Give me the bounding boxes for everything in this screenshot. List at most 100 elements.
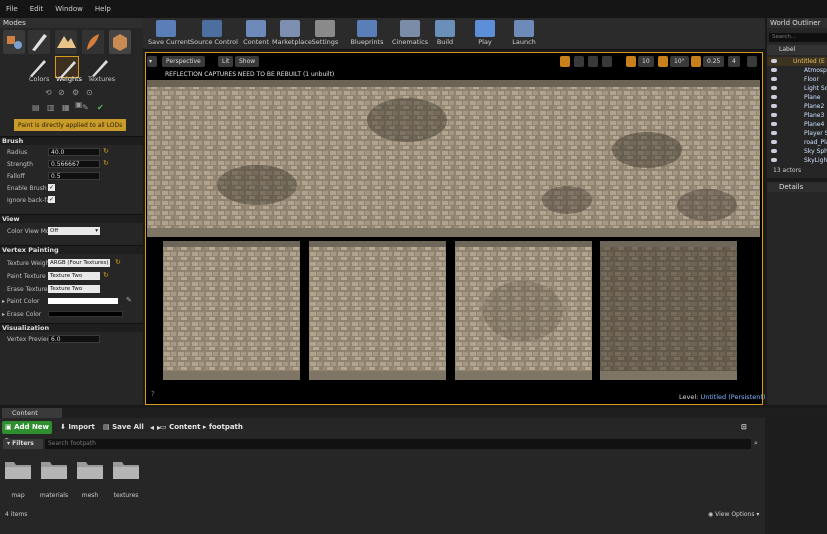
visibility-eye-icon[interactable]	[771, 95, 777, 99]
subtab-weights[interactable]: Weights	[56, 75, 82, 83]
outliner-label-column[interactable]: Label	[767, 45, 827, 55]
toolbar-settings-button[interactable]: Settings	[311, 20, 339, 49]
strength-field[interactable]: 0.566667	[48, 160, 100, 168]
visibility-eye-icon[interactable]	[771, 158, 777, 162]
outliner-row[interactable]: Plane2	[767, 102, 827, 111]
foliage-mode-icon[interactable]	[82, 30, 104, 54]
help-icon[interactable]: ?	[151, 390, 155, 398]
world-icon[interactable]	[602, 56, 612, 67]
grid-snap-value[interactable]: 10	[638, 56, 654, 67]
outliner-row[interactable]: road_Pla	[767, 138, 827, 147]
copy-paste-icon[interactable]: ▥	[47, 104, 55, 112]
transform-icon[interactable]	[560, 56, 570, 67]
world-outliner-tab[interactable]: World Outliner	[767, 18, 827, 28]
toolbar-marketplace-button[interactable]: Marketplace	[272, 20, 312, 49]
toolbar-content-button[interactable]: Content	[243, 20, 269, 49]
menu-window[interactable]: Window	[55, 5, 83, 13]
visibility-eye-icon[interactable]	[771, 149, 777, 153]
outliner-row[interactable]: Floor	[767, 75, 827, 84]
folder-icon[interactable]	[112, 458, 140, 480]
lock-icon[interactable]: ⊡	[741, 421, 747, 434]
perspective-button[interactable]: Perspective	[162, 56, 205, 67]
toolbar-save-current-button[interactable]: Save Current	[148, 20, 190, 49]
grid-snap-icon[interactable]	[626, 56, 636, 67]
scale-snap-icon[interactable]	[691, 56, 701, 67]
geometry-mode-icon[interactable]	[109, 30, 131, 54]
landscape-mode-icon[interactable]	[55, 30, 77, 54]
camera-speed-button[interactable]: 4	[728, 56, 740, 67]
copy-icon[interactable]: ⟲	[45, 89, 53, 97]
vertex-preview-field[interactable]: 6.0	[48, 335, 100, 343]
outliner-search-input[interactable]: Search...	[769, 33, 827, 42]
place-mode-icon[interactable]	[3, 30, 25, 54]
folder-label[interactable]: mesh	[70, 492, 110, 499]
add-new-button[interactable]: ▣ Add New ▾	[2, 421, 52, 444]
content-browser-tab[interactable]: Content Browser	[2, 408, 62, 427]
details-tab[interactable]: Details	[767, 182, 827, 192]
visualization-header[interactable]: Visualization	[0, 323, 143, 332]
maximize-icon[interactable]	[747, 56, 757, 67]
outliner-row[interactable]: Plane4	[767, 120, 827, 129]
subtab-textures[interactable]: Textures	[88, 75, 115, 83]
visibility-eye-icon[interactable]	[771, 131, 777, 135]
subtab-colors[interactable]: Colors	[29, 75, 49, 83]
menu-help[interactable]: Help	[95, 5, 111, 13]
visibility-eye-icon[interactable]	[771, 59, 777, 63]
viewport-options-icon[interactable]: ▾	[147, 56, 157, 67]
visibility-eye-icon[interactable]	[771, 140, 777, 144]
visibility-eye-icon[interactable]	[771, 86, 777, 90]
menu-file[interactable]: File	[6, 5, 18, 13]
toolbar-source-control-button[interactable]: Source Control	[190, 20, 238, 49]
lit-button[interactable]: Lit	[218, 56, 234, 67]
toolbar-cinematics-button[interactable]: Cinematics	[390, 20, 430, 49]
wrench-icon[interactable]: ✎	[82, 104, 90, 112]
show-button[interactable]: Show	[235, 56, 260, 67]
folder-label[interactable]: materials	[34, 492, 74, 499]
visibility-eye-icon[interactable]	[771, 68, 777, 72]
toolbar-play-button[interactable]: Play	[474, 20, 496, 49]
enable-brush-checkbox[interactable]: ✓	[48, 184, 55, 191]
fix-icon[interactable]: ⊘	[58, 89, 66, 97]
outliner-row[interactable]: Untitled (E	[767, 57, 827, 66]
breadcrumb-content[interactable]: Content	[169, 423, 200, 431]
reset-paint-texture-icon[interactable]: ↻	[103, 271, 109, 279]
reset-texture-weight-icon[interactable]: ↻	[115, 258, 121, 266]
scale-icon[interactable]	[588, 56, 598, 67]
folder-label[interactable]: textures	[106, 492, 146, 499]
visibility-eye-icon[interactable]	[771, 77, 777, 81]
outliner-row[interactable]: Plane3	[767, 111, 827, 120]
outliner-row[interactable]: Light So	[767, 84, 827, 93]
search-icon[interactable]: ⌕	[754, 439, 758, 448]
folder-icon[interactable]	[40, 458, 68, 480]
outliner-row[interactable]: Player St	[767, 129, 827, 138]
radius-field[interactable]: 40.0	[48, 148, 100, 156]
propagate-icon[interactable]: ⊙	[86, 89, 94, 97]
content-search-input[interactable]: Search footpath	[45, 439, 751, 449]
color-view-dropdown[interactable]: Off ▾	[48, 227, 100, 235]
reset-radius-icon[interactable]: ↻	[103, 147, 109, 155]
toolbar-launch-button[interactable]: Launch	[511, 20, 537, 49]
outliner-row[interactable]: SkyLight	[767, 156, 827, 165]
erase-color-swatch[interactable]	[48, 311, 123, 317]
fill-icon[interactable]: ⚙	[72, 89, 80, 97]
outliner-row[interactable]: Sky Sph	[767, 147, 827, 156]
folder-icon[interactable]	[4, 458, 32, 480]
outliner-row[interactable]: Plane	[767, 93, 827, 102]
menu-edit[interactable]: Edit	[30, 5, 44, 13]
paint-texture-dropdown[interactable]: Texture Two	[48, 272, 100, 280]
erase-texture-dropdown[interactable]: Texture Two	[48, 285, 100, 293]
modes-tab[interactable]: Modes	[0, 18, 143, 28]
save-icon[interactable]: ▤	[32, 104, 40, 112]
vertex-painting-header[interactable]: Vertex Painting	[0, 245, 143, 254]
falloff-field[interactable]: 0.5	[48, 172, 100, 180]
rotate-icon[interactable]	[574, 56, 584, 67]
ignore-backface-checkbox[interactable]: ✓	[48, 196, 55, 203]
paste-icon[interactable]: ▦	[62, 104, 70, 112]
save-all-button[interactable]: ▤ Save All	[103, 421, 144, 434]
rotation-snap-icon[interactable]	[658, 56, 668, 67]
reset-strength-icon[interactable]: ↻	[103, 159, 109, 167]
apply-icon[interactable]: ✔	[97, 104, 105, 112]
visibility-eye-icon[interactable]	[771, 104, 777, 108]
view-section-header[interactable]: View	[0, 214, 143, 223]
outliner-row[interactable]: Atmosph	[767, 66, 827, 75]
